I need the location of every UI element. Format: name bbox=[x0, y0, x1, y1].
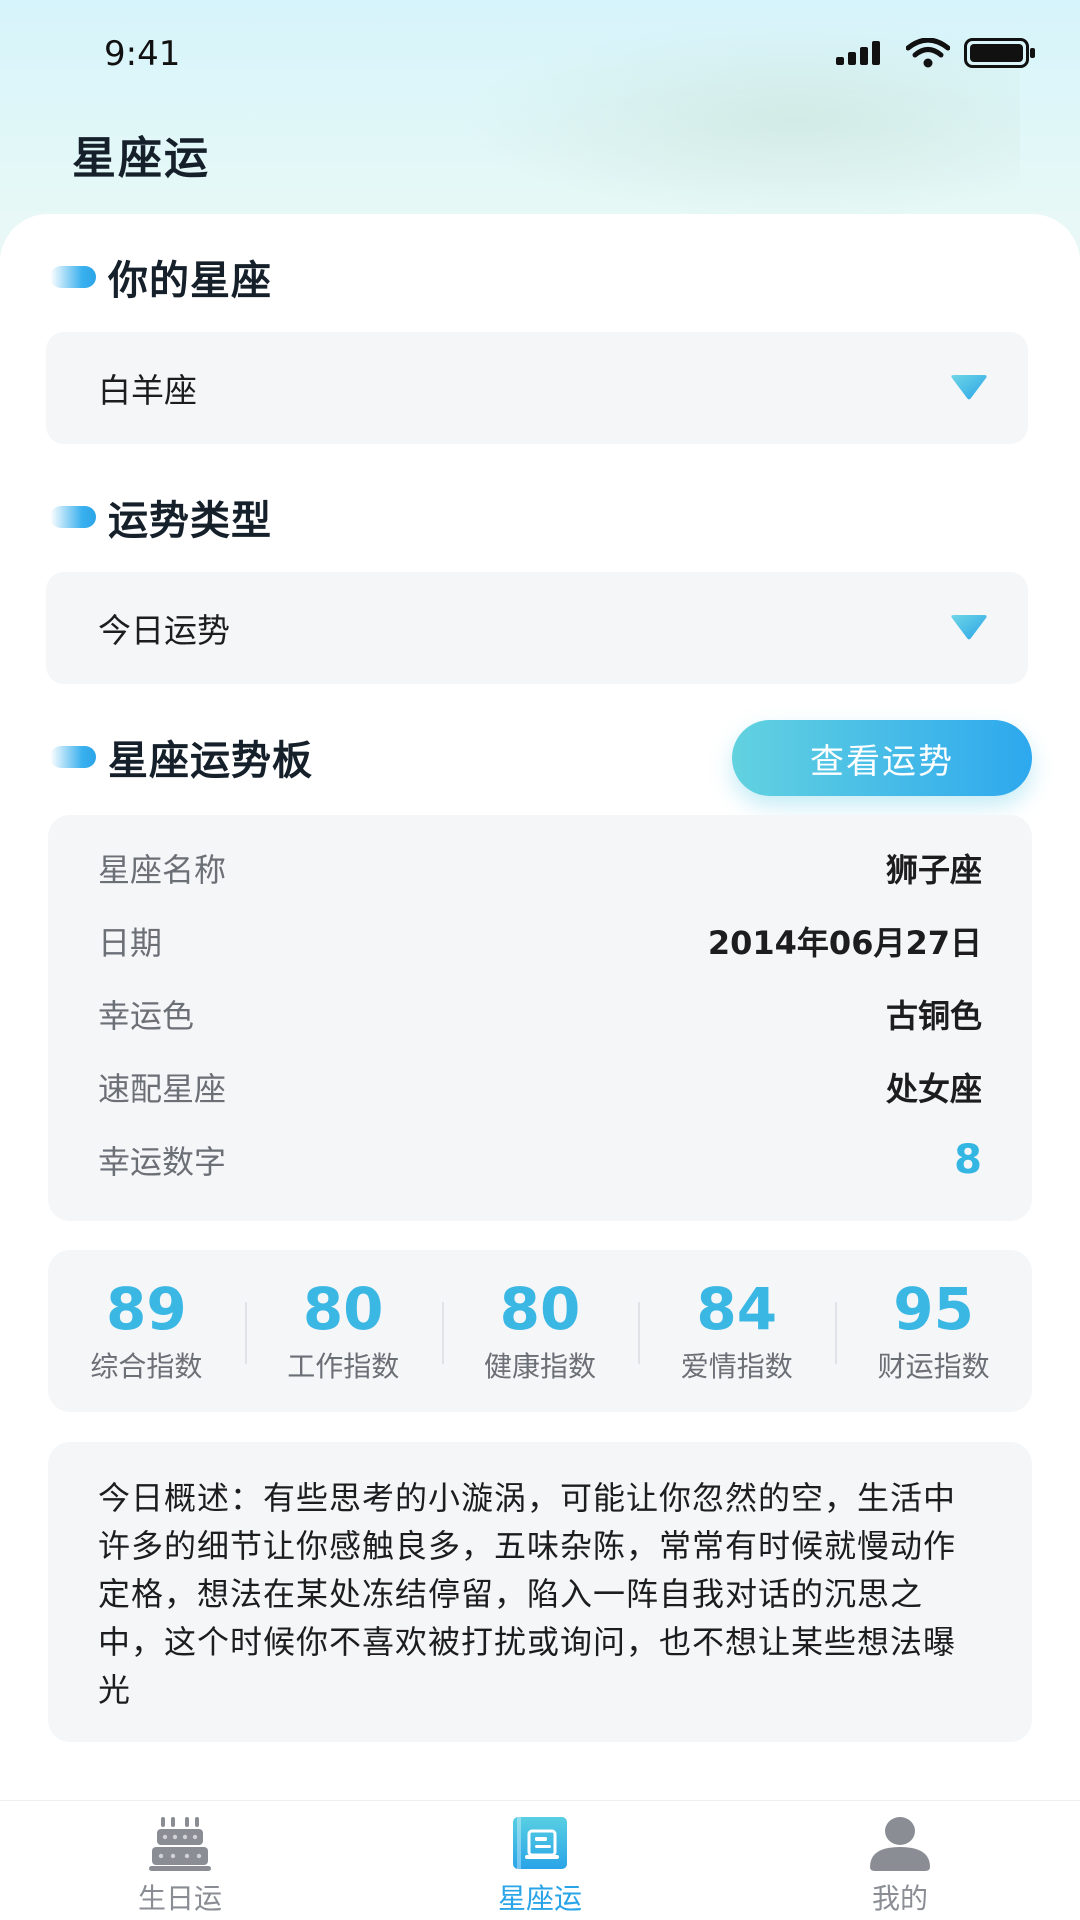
fortune-type-select[interactable]: 今日运势 bbox=[46, 572, 1028, 684]
tab-constellation-fortune[interactable]: 星座运 bbox=[360, 1801, 720, 1920]
info-value: 古铜色 bbox=[885, 996, 982, 1035]
status-time: 9:41 bbox=[104, 34, 181, 74]
lucky-number-value: 8 bbox=[954, 1136, 982, 1183]
index-value: 80 bbox=[499, 1275, 581, 1343]
view-fortune-button[interactable]: 查看运势 bbox=[732, 720, 1032, 796]
index-value: 84 bbox=[696, 1275, 778, 1343]
tab-label: 星座运 bbox=[497, 1882, 582, 1915]
signal-icon bbox=[836, 41, 880, 65]
constellation-select-value: 白羊座 bbox=[98, 371, 197, 410]
index-value: 89 bbox=[106, 1275, 187, 1343]
info-label: 幸运数字 bbox=[98, 1142, 227, 1181]
info-row-match: 速配星座 处女座 bbox=[98, 1050, 982, 1123]
tab-label: 生日运 bbox=[137, 1882, 222, 1915]
tab-bar: 生日运 星座运 我的 bbox=[0, 1800, 1080, 1920]
index-label: 财运指数 bbox=[877, 1350, 990, 1383]
index-label: 综合指数 bbox=[90, 1350, 203, 1383]
index-label: 健康指数 bbox=[483, 1350, 596, 1383]
section-header-board: 星座运势板 bbox=[50, 728, 313, 786]
tab-mine[interactable]: 我的 bbox=[720, 1801, 1080, 1920]
section-marker-icon bbox=[50, 506, 96, 528]
battery-icon bbox=[964, 38, 1035, 68]
tab-birthday-fortune[interactable]: 生日运 bbox=[0, 1801, 360, 1920]
info-label: 速配星座 bbox=[98, 1069, 227, 1108]
info-value: 狮子座 bbox=[885, 850, 982, 889]
index-label: 爱情指数 bbox=[680, 1350, 793, 1383]
status-icons bbox=[836, 38, 1036, 68]
fortune-info-panel: 星座名称 狮子座 日期 2014年06月27日 幸运色 古铜色 速配星座 处女座… bbox=[48, 815, 1032, 1221]
info-label: 幸运色 bbox=[98, 996, 195, 1035]
constellation-select[interactable]: 白羊座 bbox=[46, 332, 1028, 444]
section-marker-icon bbox=[50, 746, 96, 768]
section-header-fortune-type: 运势类型 bbox=[50, 488, 272, 546]
dropdown-arrow-icon bbox=[951, 375, 987, 400]
index-panel: 89 综合指数 80 工作指数 80 健康指数 84 爱情指数 95 财运指数 bbox=[48, 1250, 1032, 1412]
section-marker-icon bbox=[50, 266, 96, 288]
section-title: 运势类型 bbox=[108, 498, 272, 544]
fortune-type-select-value: 今日运势 bbox=[98, 611, 230, 650]
index-health: 80 健康指数 bbox=[441, 1250, 639, 1412]
section-title: 星座运势板 bbox=[108, 738, 313, 784]
index-value: 95 bbox=[893, 1275, 974, 1343]
section-title: 你的星座 bbox=[108, 258, 272, 304]
section-header-constellation: 你的星座 bbox=[50, 248, 272, 306]
cake-icon bbox=[149, 1817, 211, 1871]
index-work: 80 工作指数 bbox=[244, 1250, 442, 1412]
info-label: 星座名称 bbox=[98, 850, 227, 889]
index-label: 工作指数 bbox=[287, 1350, 400, 1383]
index-overall: 89 综合指数 bbox=[48, 1250, 245, 1412]
index-love: 84 爱情指数 bbox=[638, 1250, 835, 1412]
tab-label: 我的 bbox=[871, 1882, 928, 1915]
wifi-icon bbox=[906, 38, 950, 68]
info-row-date: 日期 2014年06月27日 bbox=[98, 904, 982, 977]
page-title: 星座运 bbox=[72, 133, 210, 184]
info-row-constellation-name: 星座名称 狮子座 bbox=[98, 831, 982, 904]
info-value: 处女座 bbox=[885, 1069, 982, 1108]
index-wealth: 95 财运指数 bbox=[835, 1250, 1032, 1412]
info-row-lucky-color: 幸运色 古铜色 bbox=[98, 977, 982, 1050]
info-label: 日期 bbox=[98, 923, 163, 962]
user-icon bbox=[870, 1817, 930, 1871]
index-value: 80 bbox=[302, 1275, 384, 1343]
summary-text: 今日概述：有些思考的小漩涡，可能让你忽然的空，生活中许多的细节让你感触良多，五味… bbox=[98, 1479, 957, 1709]
info-row-lucky-number: 幸运数字 8 bbox=[98, 1123, 982, 1196]
info-value: 2014年06月27日 bbox=[707, 923, 982, 962]
book-icon bbox=[513, 1817, 567, 1869]
dropdown-arrow-icon bbox=[951, 615, 987, 640]
status-bar: 9:41 bbox=[0, 0, 1080, 110]
summary-panel: 今日概述：有些思考的小漩涡，可能让你忽然的空，生活中许多的细节让你感触良多，五味… bbox=[48, 1442, 1032, 1742]
